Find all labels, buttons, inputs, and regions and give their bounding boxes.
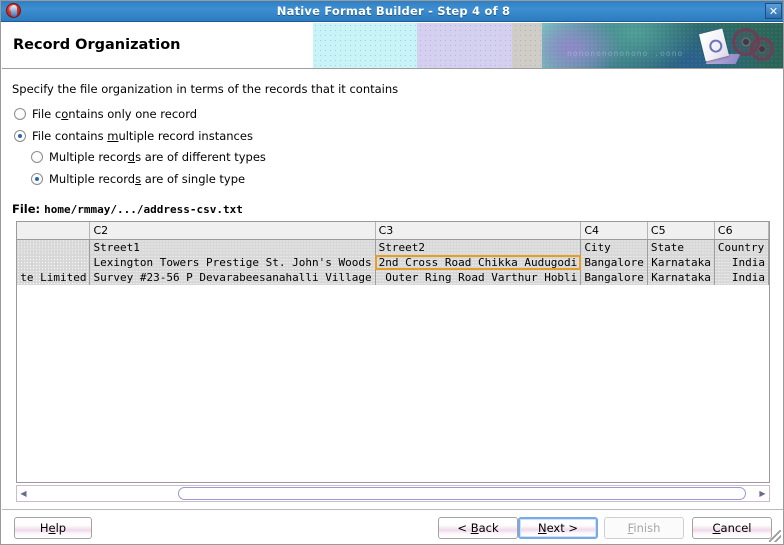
- close-icon[interactable]: ✕: [765, 3, 782, 19]
- instruction-text: Specify the file organization in terms o…: [12, 82, 399, 96]
- table-cell[interactable]: Street2: [375, 239, 582, 255]
- resize-grip[interactable]: [769, 530, 781, 542]
- table-row[interactable]: te Limited Survey #23-56 P Devarabeesana…: [17, 269, 769, 285]
- column-header[interactable]: C3: [375, 222, 582, 240]
- radio-label: Multiple records are of different types: [49, 150, 266, 164]
- window-titlebar: Native Format Builder - Step 4 of 8 ✕: [1, 1, 783, 22]
- page-title: Record Organization: [13, 37, 181, 53]
- file-path-label: File: home/rmmay/.../address-csv.txt: [12, 202, 243, 216]
- scroll-left-arrow-icon[interactable]: ◀: [17, 486, 30, 501]
- table-header-row: C2 C3 C4 C5 C6: [17, 222, 769, 240]
- footer-divider: [2, 509, 783, 510]
- radio-indicator: [31, 151, 43, 163]
- column-header[interactable]: [17, 222, 91, 240]
- table-cell[interactable]: State: [647, 239, 715, 255]
- finish-button: Finish: [604, 517, 684, 539]
- table-cell[interactable]: Country: [714, 239, 769, 255]
- file-path-value: home/rmmay/.../address-csv.txt: [44, 203, 243, 216]
- table-cell[interactable]: City: [580, 239, 648, 255]
- radio-option-single-type[interactable]: Multiple records are of single type: [31, 172, 245, 186]
- table-row[interactable]: Lexington Towers Prestige St. John's Woo…: [17, 254, 769, 270]
- radio-option-different-types[interactable]: Multiple records are of different types: [31, 150, 266, 164]
- radio-indicator: [14, 130, 26, 142]
- button-label: Cancel: [712, 521, 752, 535]
- scrollbar-thumb[interactable]: [178, 487, 746, 500]
- column-header[interactable]: C6: [714, 222, 769, 240]
- table-cell[interactable]: [17, 254, 91, 270]
- button-label: Finish: [627, 521, 661, 535]
- radio-indicator: [14, 108, 26, 120]
- table-cell[interactable]: India: [714, 269, 769, 285]
- column-header[interactable]: C2: [89, 222, 376, 240]
- help-button[interactable]: Help: [14, 517, 92, 539]
- button-label: Next >: [537, 521, 579, 535]
- table-cell[interactable]: Bangalore: [580, 269, 648, 285]
- scroll-right-arrow-icon[interactable]: ▶: [756, 486, 769, 501]
- radio-option-multiple-instances[interactable]: File contains multiple record instances: [14, 129, 253, 143]
- preview-grid: C2 C3 C4 C5 C6 Street1 Street2 City Stat…: [17, 222, 769, 285]
- wizard-banner: nonononononono .oono Record Organization: [2, 23, 783, 69]
- button-label: < Back: [457, 521, 499, 535]
- column-header[interactable]: C4: [580, 222, 648, 240]
- horizontal-scrollbar[interactable]: ◀ ▶: [16, 485, 770, 502]
- button-label: Help: [39, 521, 67, 535]
- radio-label: File contains multiple record instances: [32, 129, 253, 143]
- table-cell[interactable]: Karnataka: [647, 254, 715, 270]
- record-preview-table[interactable]: C2 C3 C4 C5 C6 Street1 Street2 City Stat…: [16, 221, 770, 483]
- banner-dot-texture: [313, 23, 577, 68]
- radio-option-one-record[interactable]: File contains only one record: [14, 107, 197, 121]
- table-cell[interactable]: Bangalore: [580, 254, 648, 270]
- table-cell[interactable]: India: [714, 254, 769, 270]
- table-cell-selected[interactable]: 2nd Cross Road Chikka Audugodi: [375, 254, 582, 270]
- scrollbar-track[interactable]: [30, 486, 756, 501]
- radio-indicator: [31, 173, 43, 185]
- back-button[interactable]: < Back: [438, 517, 518, 539]
- table-row[interactable]: Street1 Street2 City State Country: [17, 239, 769, 255]
- table-cell[interactable]: Karnataka: [647, 269, 715, 285]
- radio-label: Multiple records are of single type: [49, 172, 246, 186]
- cancel-button[interactable]: Cancel: [692, 517, 772, 539]
- banner-wheel-icon-2: [750, 37, 774, 61]
- table-cell[interactable]: Lexington Towers Prestige St. John's Woo…: [89, 254, 376, 270]
- table-cell[interactable]: Outer Ring Road Varthur Hobli: [375, 269, 582, 285]
- radio-label: File contains only one record: [32, 107, 198, 121]
- window-title: Native Format Builder - Step 4 of 8: [276, 4, 511, 18]
- table-cell[interactable]: [17, 239, 91, 255]
- native-format-builder-dialog: Native Format Builder - Step 4 of 8 ✕ no…: [0, 0, 784, 545]
- table-cell[interactable]: Street1: [89, 239, 376, 255]
- oracle-orb-icon: [4, 2, 22, 20]
- table-cell[interactable]: Survey #23-56 P Devarabeesanahalli Villa…: [89, 269, 376, 285]
- banner-artwork-text: nonononononono .oono: [567, 49, 684, 58]
- column-header[interactable]: C5: [647, 222, 715, 240]
- next-button[interactable]: Next >: [518, 517, 598, 539]
- table-cell[interactable]: te Limited: [17, 269, 91, 285]
